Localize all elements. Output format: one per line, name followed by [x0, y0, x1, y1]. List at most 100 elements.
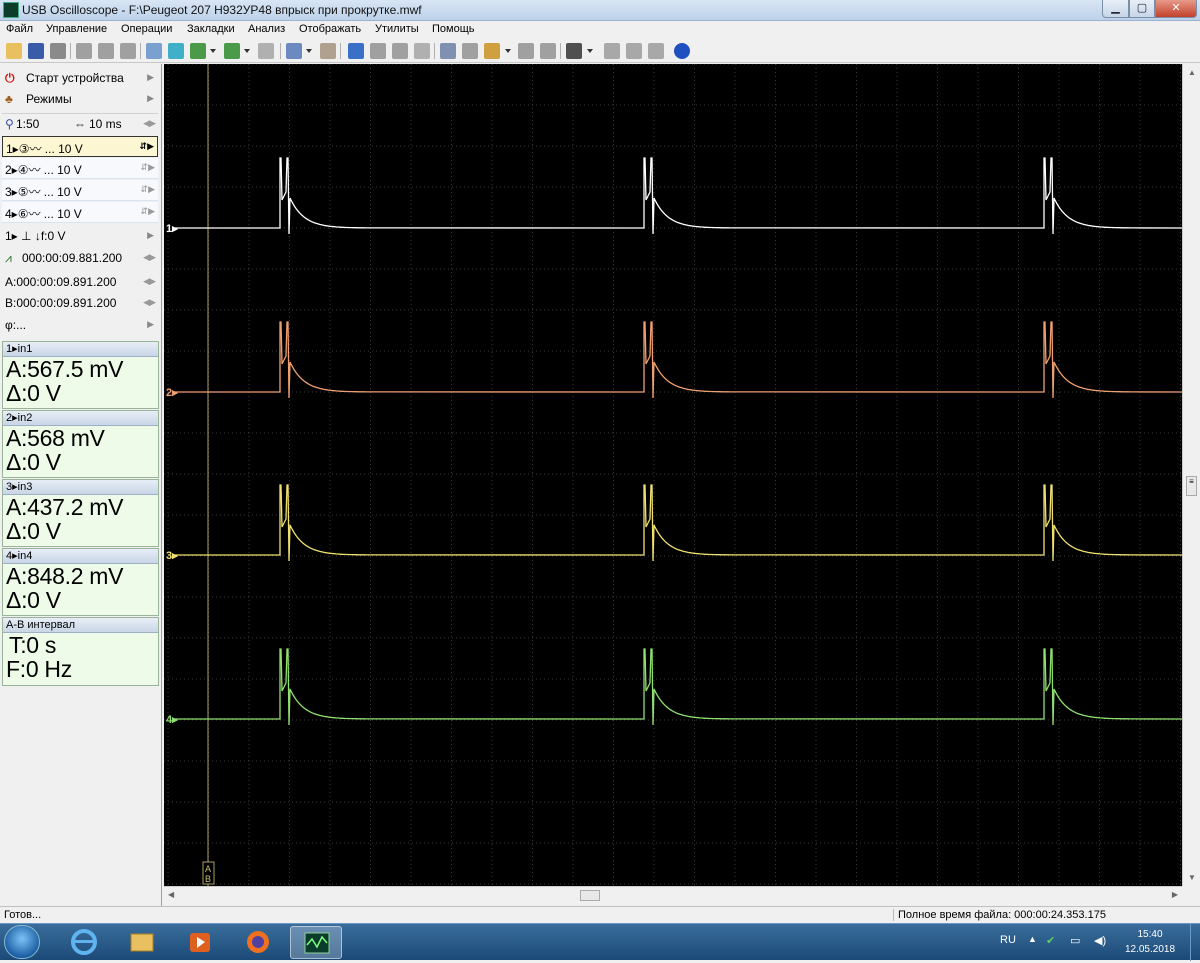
window2-icon[interactable]	[626, 43, 642, 59]
oscilloscope-display[interactable]: A B 1▸ 2▸ 3▸ 4▸	[164, 64, 1182, 886]
window-icon[interactable]	[604, 43, 620, 59]
language-indicator[interactable]: RU	[1000, 934, 1016, 946]
stepper-icon[interactable]: ⇵▶	[141, 184, 155, 195]
delete-icon[interactable]	[320, 43, 336, 59]
ie-icon[interactable]	[58, 926, 110, 959]
stepper-icon[interactable]: ⇵▶	[140, 141, 154, 152]
save-icon[interactable]	[28, 43, 44, 59]
stepper-icon[interactable]: ⇵▶	[141, 162, 155, 173]
channel-2-row[interactable]: 2▸④〰 ... 10 V ⇵▶	[2, 158, 158, 179]
trigger-row[interactable]: 1▸ ⊥ ↓f:0 V ▶	[2, 226, 158, 247]
scroll-up-icon[interactable]: ▲	[1188, 68, 1196, 77]
stepper-icon[interactable]: ◀▶	[143, 252, 156, 263]
menu-help[interactable]: Помощь	[432, 23, 475, 35]
firefox-icon[interactable]	[232, 926, 284, 959]
close-button[interactable]: ✕	[1155, 0, 1197, 18]
volume-icon[interactable]: ◀)	[1094, 934, 1106, 947]
grid2-icon[interactable]	[462, 43, 478, 59]
window3-icon[interactable]	[648, 43, 664, 59]
minimize-button[interactable]: ▁	[1102, 0, 1129, 18]
scroll-thumb[interactable]: ≡	[1186, 476, 1197, 496]
tray-app-icon[interactable]: ✔	[1046, 934, 1055, 947]
chevron-right-icon: ▶	[147, 319, 154, 329]
clock[interactable]: 15:40 12.05.2018	[1120, 927, 1180, 957]
chevron-down-icon[interactable]	[306, 49, 312, 53]
grid-icon[interactable]	[440, 43, 456, 59]
check-icon[interactable]	[348, 43, 364, 59]
channel-marker-2[interactable]: 2▸	[166, 387, 178, 399]
waveform-canvas[interactable]: A B 1▸ 2▸ 3▸ 4▸	[164, 64, 1182, 886]
chevron-down-icon[interactable]	[587, 49, 593, 53]
status-bar: Готов... Полное время файла: 000:00:24.3…	[0, 906, 1200, 923]
channel-1-row[interactable]: 1▸③〰 ... 10 V ⇵▶	[2, 136, 158, 157]
menu-operations[interactable]: Операции	[121, 23, 172, 35]
vertical-scrollbar[interactable]: ▲ ≡ ▼	[1182, 64, 1200, 886]
undo-icon[interactable]	[258, 43, 274, 59]
menu-bookmarks[interactable]: Закладки	[187, 23, 235, 35]
wave2-icon[interactable]	[224, 43, 240, 59]
zoom-icon[interactable]	[286, 43, 302, 59]
help-icon[interactable]	[674, 43, 690, 59]
chevron-down-icon[interactable]	[505, 49, 511, 53]
print-icon[interactable]	[50, 43, 66, 59]
power-icon: ⏻	[5, 71, 15, 85]
start-button[interactable]	[4, 925, 40, 959]
modes-icon: ♣	[5, 92, 13, 106]
oscilloscope-task-icon[interactable]	[290, 926, 342, 959]
scroll-thumb[interactable]	[580, 890, 600, 901]
channel-4-row[interactable]: 4▸⑥〰 ... 10 V ⇵▶	[2, 202, 158, 223]
show-desktop-button[interactable]	[1190, 924, 1200, 961]
channel-marker-4[interactable]: 4▸	[166, 714, 178, 726]
cursor-b-value: B:000:00:09.891.200	[5, 296, 117, 310]
cut-icon[interactable]	[120, 43, 136, 59]
trace-channel-2	[172, 321, 1182, 399]
measurement-a-value: A:437.2 mV	[6, 494, 124, 520]
menu-file[interactable]: Файл	[6, 23, 33, 35]
menu-view[interactable]: Отображать	[299, 23, 361, 35]
start-device-item[interactable]: ⏻ Старт устройства ▶	[2, 68, 158, 89]
play-icon[interactable]	[518, 43, 534, 59]
explorer-icon[interactable]	[116, 926, 168, 959]
scroll-right-icon[interactable]: ▶	[1172, 890, 1178, 899]
menu-control[interactable]: Управление	[46, 23, 107, 35]
phase-row[interactable]: φ:... ▶	[2, 315, 158, 336]
measurement-delta-value: Δ:0 V	[6, 587, 61, 613]
display-icon[interactable]	[566, 43, 582, 59]
paste-icon[interactable]	[98, 43, 114, 59]
tray-expand-icon[interactable]: ▲	[1028, 934, 1037, 944]
timebase-value[interactable]: 10 ms	[89, 117, 122, 131]
chevron-down-icon[interactable]	[210, 49, 216, 53]
step-icon[interactable]	[540, 43, 556, 59]
media-player-icon[interactable]	[174, 926, 226, 959]
zoom-value[interactable]: 1:50	[16, 117, 39, 131]
stepper-icon[interactable]: ◀▶	[143, 276, 156, 287]
scroll-down-icon[interactable]: ▼	[1188, 873, 1196, 882]
copy-icon[interactable]	[76, 43, 92, 59]
stepper-icon[interactable]: ◀▶	[143, 297, 156, 308]
scroll-left-icon[interactable]: ◀	[168, 890, 174, 899]
measure-icon[interactable]	[168, 43, 184, 59]
trigger-time-row[interactable]: ⩘ 000:00:09.881.200 ◀▶	[2, 248, 158, 269]
check2-icon[interactable]	[370, 43, 386, 59]
modes-item[interactable]: ♣ Режимы ▶	[2, 89, 158, 110]
channel-3-row[interactable]: 3▸⑤〰 ... 10 V ⇵▶	[2, 180, 158, 201]
cursor-a-row[interactable]: A:000:00:09.891.200 ◀▶	[2, 272, 158, 293]
open-file-icon[interactable]	[6, 43, 22, 59]
stepper-icon[interactable]: ◀▶	[143, 118, 156, 129]
network-icon[interactable]: ▭	[1070, 934, 1080, 947]
wave-icon[interactable]	[190, 43, 206, 59]
horizontal-scrollbar[interactable]: ◀ ▶	[164, 886, 1182, 904]
trigger-icon[interactable]	[146, 43, 162, 59]
stepper-icon[interactable]: ⇵▶	[141, 206, 155, 217]
folder-icon[interactable]	[484, 43, 500, 59]
channel-marker-3[interactable]: 3▸	[166, 550, 178, 562]
maximize-button[interactable]: ▢	[1129, 0, 1155, 18]
menu-analysis[interactable]: Анализ	[248, 23, 285, 35]
cursor-b-row[interactable]: B:000:00:09.891.200 ◀▶	[2, 293, 158, 314]
menu-utilities[interactable]: Утилиты	[375, 23, 419, 35]
chevron-down-icon[interactable]	[244, 49, 250, 53]
check3-icon[interactable]	[392, 43, 408, 59]
trigger-time-value: 000:00:09.881.200	[22, 251, 123, 265]
doc-icon[interactable]	[414, 43, 430, 59]
channel-marker-1[interactable]: 1▸	[166, 223, 178, 235]
